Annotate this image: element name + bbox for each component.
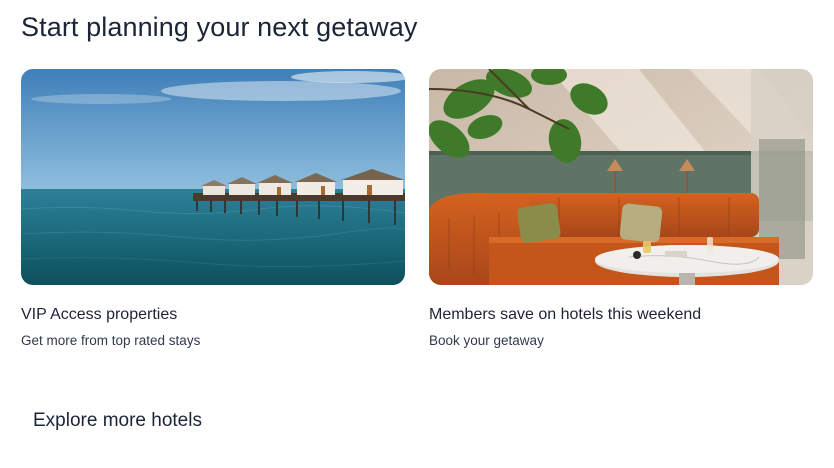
card-subtitle: Get more from top rated stays (21, 333, 201, 348)
card-subtitle: Book your getaway (429, 333, 544, 348)
card-vip-access[interactable]: VIP Access properties Get more from top … (21, 69, 405, 348)
card-image-lounge[interactable] (429, 69, 813, 285)
explore-more-hotels-link[interactable]: Explore more hotels (33, 410, 202, 432)
section-heading: Start planning your next getaway (21, 12, 418, 42)
card-image-villas[interactable] (21, 69, 405, 285)
card-title[interactable]: Members save on hotels this weekend (429, 306, 813, 324)
card-title[interactable]: VIP Access properties (21, 306, 405, 324)
getaway-section: Start planning your next getaway VIP Acc… (0, 0, 834, 468)
card-members-save[interactable]: Members save on hotels this weekend Book… (429, 69, 813, 348)
